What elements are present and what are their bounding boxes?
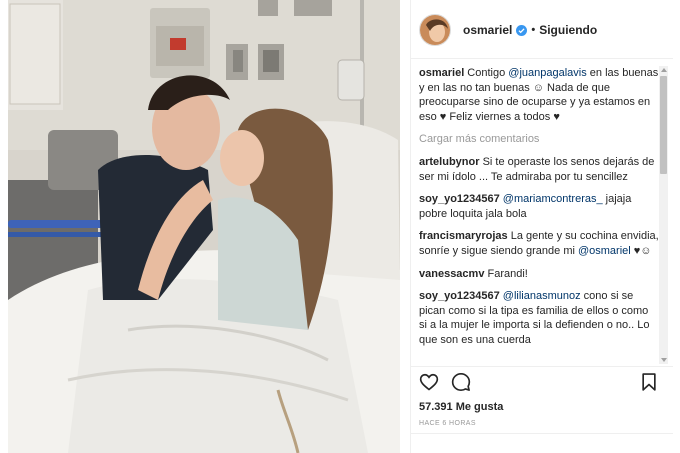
caption-mention[interactable]: @juanpagalavis (508, 67, 586, 79)
hospital-photo-image (8, 0, 400, 453)
comment-username[interactable]: francismaryrojas (419, 230, 508, 242)
comment-text-after: ♥☺ (630, 244, 652, 257)
save-button[interactable] (639, 372, 659, 392)
caption: osmariel Contigo @juanpagalavis en las b… (419, 66, 659, 124)
avatar-image (420, 15, 450, 45)
avatar[interactable] (419, 14, 451, 46)
post-timestamp[interactable]: HACE 6 HORAS (419, 420, 476, 427)
bookmark-icon (642, 373, 656, 391)
separator-dot: • (531, 24, 536, 36)
post-header: osmariel • Siguiendo (411, 8, 673, 52)
comment-username[interactable]: artelubynor (419, 156, 480, 168)
caption-text-start: Contigo (464, 67, 509, 79)
username-link[interactable]: osmariel (463, 23, 512, 37)
verified-badge-icon (516, 24, 528, 36)
comment-text: Farandi! (484, 267, 528, 280)
like-button[interactable] (419, 372, 439, 392)
post-photo[interactable] (8, 0, 400, 453)
instagram-post: osmariel • Siguiendo osmariel Contigo @j… (0, 0, 680, 453)
comment-icon (451, 373, 471, 391)
scroll-up-arrow-icon[interactable] (661, 68, 667, 72)
comment-item: vanessacmv Farandi! (419, 267, 659, 282)
caption-username[interactable]: osmariel (419, 67, 464, 79)
comment-button[interactable] (451, 372, 471, 392)
comments-list: osmariel Contigo @juanpagalavis en las b… (419, 66, 659, 366)
likes-count[interactable]: 57.391 Me gusta (419, 401, 503, 413)
comment-item: francismaryrojas La gente y su cochina e… (419, 229, 659, 258)
comment-item: soy_yo1234567 @mariamcontreras_ jajaja p… (419, 192, 659, 221)
comment-mention[interactable]: @lilianasmunoz (503, 290, 581, 302)
header-divider (411, 58, 673, 59)
scroll-down-arrow-icon[interactable] (661, 358, 667, 362)
scrollbar-thumb[interactable] (660, 76, 667, 174)
post-side-panel: osmariel • Siguiendo osmariel Contigo @j… (410, 0, 673, 453)
load-more-comments-button[interactable]: Cargar más comentarios (419, 132, 659, 147)
comment-item: artelubynor Si te operaste los senos dej… (419, 155, 659, 184)
bottom-divider (411, 433, 673, 434)
post-actions (419, 372, 656, 394)
comment-username[interactable]: vanessacmv (419, 268, 484, 280)
comment-item: soy_yo1234567 @lilianasmunoz cono si se … (419, 289, 659, 347)
following-button[interactable]: Siguiendo (539, 23, 597, 37)
comment-mention[interactable]: @osmariel (578, 245, 631, 257)
heart-icon (419, 373, 439, 391)
comment-username[interactable]: soy_yo1234567 (419, 193, 500, 205)
comment-mention[interactable]: @mariamcontreras_ (503, 193, 603, 205)
actions-divider (411, 366, 673, 367)
comment-username[interactable]: soy_yo1234567 (419, 290, 500, 302)
comments-scrollbar[interactable] (659, 66, 668, 364)
